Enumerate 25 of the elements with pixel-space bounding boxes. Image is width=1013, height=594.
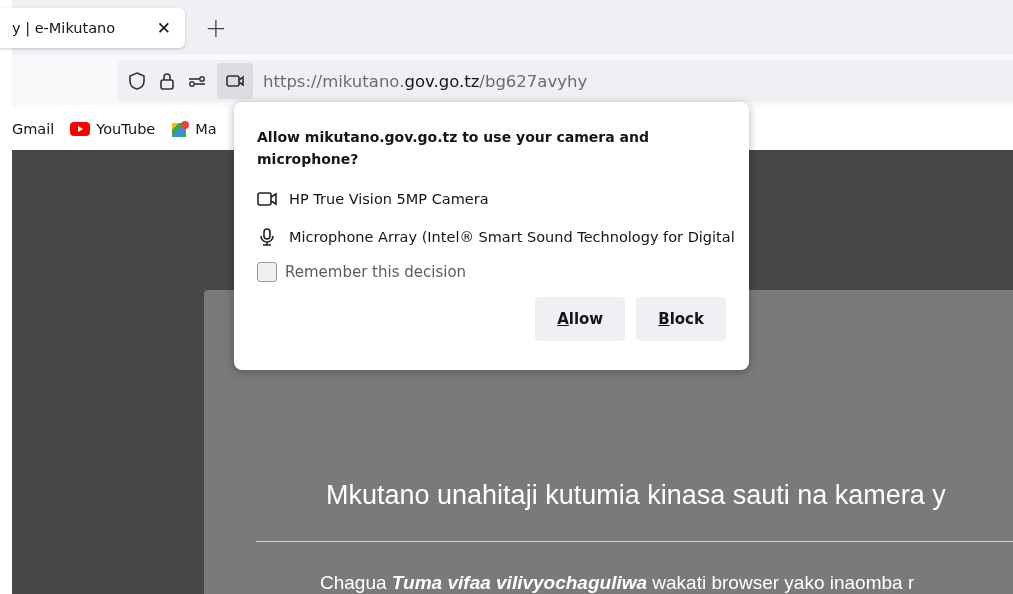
map-pin-icon bbox=[171, 119, 190, 138]
bookmark-item[interactable]: Gmail bbox=[12, 120, 55, 137]
address-bar[interactable]: https://mikutano.gov.go.tz/bg627avyhy bbox=[117, 60, 1013, 102]
device-label: HP True Vision 5MP Camera bbox=[289, 191, 489, 207]
block-button[interactable]: Block bbox=[636, 297, 726, 341]
camera-permission-button[interactable] bbox=[217, 63, 253, 99]
close-tab-button[interactable]: ✕ bbox=[156, 17, 171, 38]
remember-label[interactable]: Remember this decision bbox=[285, 263, 467, 281]
instruction-text: Chagua Tuma vifaa vilivyochaguliwa wakati browser yako inaomba r bbox=[319, 572, 916, 594]
permission-question: Allow mikutano.gov.go.tz to use your camera and microphone? bbox=[257, 128, 650, 169]
play-logo-icon bbox=[70, 121, 91, 136]
microphone-icon bbox=[257, 228, 277, 246]
remember-checkbox[interactable] bbox=[257, 262, 277, 282]
page-heading: Mkutano unahitaji kutumia kinasa sauti na kamera y bbox=[325, 480, 947, 511]
browser-tab[interactable]: y | e-Mikutano ✕ bbox=[0, 7, 185, 48]
allow-button[interactable]: Allow bbox=[535, 297, 626, 341]
bookmark-item[interactable]: YouTube bbox=[70, 120, 156, 137]
device-label: Microphone Array (Intel® Smart Sound Technology for Digital bbox=[289, 229, 735, 245]
tab-title: y | e-Mikutano bbox=[12, 19, 116, 36]
shield-icon[interactable] bbox=[127, 71, 147, 91]
lock-icon[interactable] bbox=[157, 71, 177, 91]
bookmark-item[interactable]: Ma bbox=[171, 119, 217, 138]
camera-icon bbox=[257, 191, 277, 207]
url-text: https://mikutano.gov.go.tz/bg627avyhy bbox=[263, 71, 588, 91]
new-tab-button[interactable]: + bbox=[205, 12, 227, 43]
